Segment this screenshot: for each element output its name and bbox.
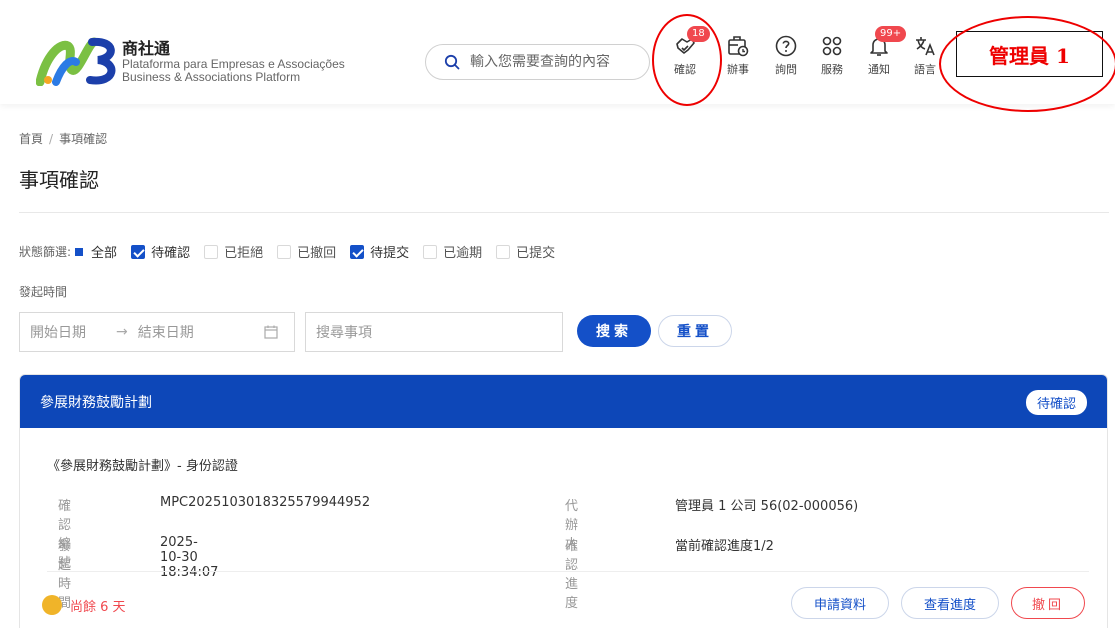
filter-option-withdrawn[interactable]: 已撤回: [277, 242, 336, 261]
top-header: 商社通 Plataforma para Empresas e Associaçõ…: [0, 0, 1115, 112]
remaining-text: 尚餘 6 天: [70, 599, 126, 615]
status-filter-label: 狀態篩選:: [19, 245, 72, 259]
start-date-input[interactable]: 開始日期: [30, 322, 86, 342]
breadcrumb: 首頁 / 事項確認: [19, 132, 108, 146]
breadcrumb-current: 事項確認: [59, 132, 108, 146]
indeterminate-checkbox[interactable]: [75, 247, 84, 256]
date-range-picker[interactable]: 開始日期 → 結束日期: [19, 312, 295, 352]
filter-option-submitted[interactable]: 已提交: [496, 242, 555, 261]
card-subtitle: 《參展財務鼓勵計劃》- 身份認證: [47, 459, 238, 474]
clock-dot-icon: [42, 595, 62, 615]
filter-option-overdue[interactable]: 已逾期: [423, 242, 482, 261]
reset-button[interactable]: 重置: [658, 315, 732, 347]
card-header[interactable]: 參展財務鼓勵計劃 待確認: [20, 375, 1107, 428]
translate-icon: [916, 37, 935, 56]
checkbox-checked[interactable]: [350, 244, 365, 259]
search-button[interactable]: 搜索: [577, 315, 651, 347]
filter-option-rejected[interactable]: 已拒絕: [204, 242, 263, 261]
field-value: MPC2025103018325579944952: [160, 495, 371, 510]
status-badge: 待確認: [1025, 390, 1087, 415]
annotation-circle-admin: [939, 16, 1115, 112]
apply-data-button[interactable]: 申請資料: [791, 587, 889, 619]
brand-name-en: Business & Associations Platform: [122, 70, 301, 84]
nav-inquiry[interactable]: 詢問: [766, 34, 806, 92]
view-progress-button[interactable]: 查看進度: [901, 587, 999, 619]
keyword-search-input[interactable]: 搜尋事項: [305, 312, 563, 352]
nav-affairs[interactable]: 辦事: [718, 34, 758, 92]
brand-text: 商社通 Plataforma para Empresas e Associaçõ…: [122, 40, 345, 84]
remaining-days: 尚餘 6 天: [42, 595, 126, 615]
field-value: 當前確認進度1/2: [675, 539, 774, 554]
search-input[interactable]: [470, 54, 630, 70]
title-divider: [19, 212, 1109, 213]
status-filter: 狀態篩選: 全部 待確認 已拒絕 已撤回 待提交 已逾期 已提交: [19, 242, 569, 261]
filter-option-pending-confirm[interactable]: 待確認: [131, 242, 190, 261]
card-divider: [47, 571, 1089, 572]
briefcase-clock-icon: [728, 36, 749, 57]
checkbox-checked[interactable]: [131, 244, 146, 259]
nav-inquiry-label: 詢問: [775, 63, 797, 76]
brand-name-cn: 商社通: [122, 39, 171, 58]
arrow-right-icon: →: [116, 324, 128, 340]
checkbox[interactable]: [423, 244, 438, 259]
field-value: 2025-10-30 18:34:07: [160, 535, 219, 580]
nav-notify-label: 通知: [868, 63, 890, 76]
nav-services[interactable]: 服務: [812, 34, 852, 92]
calendar-icon: [264, 325, 278, 339]
grid-services-icon: [822, 36, 842, 56]
nav-affairs-label: 辦事: [727, 63, 749, 76]
checkbox[interactable]: [496, 244, 511, 259]
card-title: 參展財務鼓勵計劃: [40, 394, 152, 411]
field-value: 管理員 1 公司 56(02-000056): [675, 499, 859, 514]
breadcrumb-home[interactable]: 首頁: [19, 132, 43, 146]
nav-services-label: 服務: [821, 63, 843, 76]
notify-badge: 99+: [875, 26, 907, 42]
withdraw-button[interactable]: 撤回: [1011, 587, 1085, 619]
annotation-circle-confirm: [652, 14, 722, 106]
filter-option-all[interactable]: 全部: [75, 242, 117, 261]
brand-logo[interactable]: [36, 36, 116, 86]
date-label: 發起時間: [19, 285, 68, 299]
global-search[interactable]: [425, 44, 650, 80]
item-card: 參展財務鼓勵計劃 待確認 《參展財務鼓勵計劃》- 身份認證 確認編號 MPC20…: [19, 374, 1108, 628]
question-circle-icon: [775, 35, 797, 57]
end-date-input[interactable]: 結束日期: [138, 322, 194, 342]
checkbox[interactable]: [204, 244, 219, 259]
nav-notify[interactable]: 99+ 通知: [859, 26, 907, 92]
checkbox[interactable]: [277, 244, 292, 259]
page-title: 事項確認: [19, 168, 99, 192]
search-icon: [444, 54, 460, 70]
filter-option-pending-submit[interactable]: 待提交: [350, 242, 409, 261]
field-key: 確認進度: [565, 539, 579, 611]
